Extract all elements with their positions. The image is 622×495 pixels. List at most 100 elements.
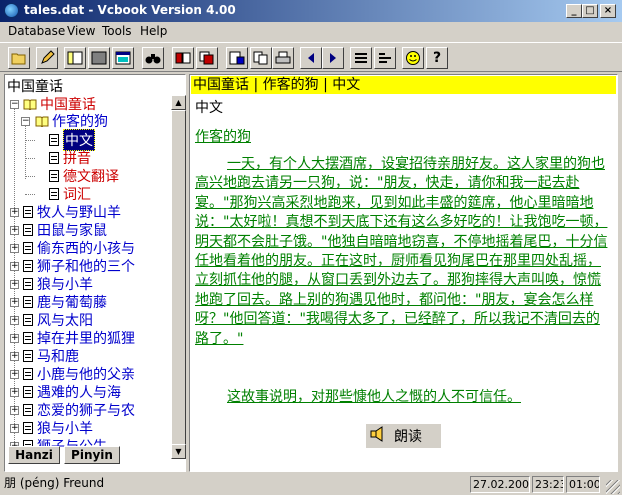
dictionary-2-icon[interactable]: [226, 47, 248, 69]
tree-node-story-item[interactable]: 恋爱的狮子与农: [23, 401, 135, 419]
document-icon: [23, 404, 33, 416]
panel-dark-icon[interactable]: [88, 47, 110, 69]
list-icon[interactable]: [350, 47, 372, 69]
copy-pages-icon[interactable]: [196, 47, 218, 69]
help-icon[interactable]: ?: [426, 47, 448, 69]
content-panel: 中国童话 | 作客的狗 | 中文 中文 作客的狗 一天，有个人大摆酒席，设宴招待…: [189, 74, 618, 472]
expand-toggle[interactable]: +: [10, 406, 19, 415]
print-icon[interactable]: [272, 47, 294, 69]
tree-scrollbar[interactable]: ▲ ▼: [171, 95, 186, 459]
tree-header: 中国童话: [7, 79, 63, 95]
document-icon: [23, 278, 33, 290]
next-arrow-icon[interactable]: [322, 47, 344, 69]
collapse-toggle-root[interactable]: −: [10, 100, 19, 109]
edit-pencil-icon[interactable]: [36, 47, 58, 69]
document-icon: [49, 170, 59, 182]
tree-node-vocab[interactable]: 词汇: [49, 185, 91, 203]
speaker-icon: [370, 425, 386, 447]
title-bar: tales.dat - Vcbook Version 4.00 _ □ ×: [0, 0, 622, 22]
story-tree[interactable]: − 中国童话 − 作客的狗 中文 拼音 德文翻译 词汇 + 牧人与野山羊 + 田…: [5, 95, 171, 459]
document-icon: [23, 332, 33, 344]
expand-toggle[interactable]: +: [10, 244, 19, 253]
expand-toggle[interactable]: +: [10, 226, 19, 235]
story-title[interactable]: 作客的狗: [195, 126, 251, 146]
dictionary-icon[interactable]: [172, 47, 194, 69]
language-label: 中文: [195, 100, 223, 116]
document-icon: [23, 242, 33, 254]
status-counter: 01:00: [566, 476, 600, 493]
tree-node-story-item[interactable]: 牧人与野山羊: [23, 203, 121, 221]
status-time: 23:23: [532, 476, 564, 493]
tree-node-german[interactable]: 德文翻译: [49, 167, 119, 185]
book-icon: [23, 98, 37, 111]
collapse-toggle-story[interactable]: −: [21, 117, 30, 126]
read-aloud-button[interactable]: 朗读: [366, 424, 441, 448]
tree-node-story[interactable]: 作客的狗: [35, 112, 108, 130]
tree-node-story-item[interactable]: 鹿与葡萄藤: [23, 293, 107, 311]
tree-node-story-item[interactable]: 田鼠与家鼠: [23, 221, 107, 239]
document-icon: [23, 296, 33, 308]
status-word: 朋 (péng) Freund: [4, 476, 105, 490]
expand-toggle[interactable]: +: [10, 388, 19, 397]
tree-node-story-item[interactable]: 狼与小羊: [23, 419, 93, 437]
menu-help[interactable]: Help: [140, 24, 167, 38]
open-folder-icon[interactable]: [8, 47, 30, 69]
tab-pinyin[interactable]: Pinyin: [64, 446, 120, 464]
tree-panel: 中国童话 − 中国童话 − 作客的狗 中文 拼音 德文翻译 词汇 + 牧人与野山…: [4, 74, 186, 472]
read-label: 朗读: [394, 429, 422, 445]
tree-node-story-item[interactable]: 偷东西的小孩与: [23, 239, 135, 257]
tree-node-story-item[interactable]: 狮子和他的三个: [23, 257, 135, 275]
panel-blue-icon[interactable]: [112, 47, 134, 69]
menu-view[interactable]: View: [67, 24, 95, 38]
tree-node-story-item[interactable]: 掉在井里的狐狸: [23, 329, 135, 347]
document-icon: [23, 224, 33, 236]
panel-icon[interactable]: [64, 47, 86, 69]
tab-hanzi[interactable]: Hanzi: [8, 446, 60, 464]
document-icon: [23, 260, 33, 272]
expand-toggle[interactable]: +: [10, 280, 19, 289]
document-icon: [23, 314, 33, 326]
expand-toggle[interactable]: +: [10, 298, 19, 307]
tree-node-story-item[interactable]: 狼与小羊: [23, 275, 93, 293]
story-moral[interactable]: 这故事说明，对那些慷他人之慨的人不可信任。: [195, 386, 611, 406]
expand-toggle[interactable]: +: [10, 424, 19, 433]
close-button[interactable]: ×: [600, 4, 616, 18]
prev-arrow-icon[interactable]: [300, 47, 322, 69]
tree-node-pinyin[interactable]: 拼音: [49, 149, 91, 167]
document-icon: [49, 152, 59, 164]
copy-icon[interactable]: [250, 47, 272, 69]
tree-node-story-item[interactable]: 风与太阳: [23, 311, 93, 329]
document-icon: [49, 134, 59, 146]
menu-tools[interactable]: Tools: [102, 24, 132, 38]
breadcrumb: 中国童话 | 作客的狗 | 中文: [191, 76, 616, 94]
list-2-icon[interactable]: [374, 47, 396, 69]
document-icon: [23, 206, 33, 218]
tree-node-chinese[interactable]: 中文: [49, 129, 95, 151]
expand-toggle[interactable]: +: [10, 316, 19, 325]
tree-node-story-item[interactable]: 小鹿与他的父亲: [23, 365, 135, 383]
find-binoculars-icon[interactable]: [142, 47, 164, 69]
expand-toggle[interactable]: +: [10, 262, 19, 271]
maximize-button[interactable]: □: [582, 4, 598, 18]
toolbar: ?: [0, 42, 622, 72]
scroll-thumb[interactable]: [171, 110, 186, 445]
smiley-icon[interactable]: [402, 47, 424, 69]
expand-toggle[interactable]: +: [10, 370, 19, 379]
resize-grip-icon[interactable]: [606, 480, 620, 494]
document-icon: [23, 422, 33, 434]
scroll-up-button[interactable]: ▲: [171, 95, 186, 110]
scroll-down-button[interactable]: ▼: [171, 444, 186, 459]
menu-database[interactable]: Database: [8, 24, 65, 38]
open-book-icon: [35, 115, 49, 128]
document-icon: [23, 368, 33, 380]
tree-node-story-item[interactable]: 遇难的人与海: [23, 383, 121, 401]
expand-toggle[interactable]: +: [10, 352, 19, 361]
status-bar: 朋 (péng) Freund 27.02.2004 23:23 01:00: [0, 474, 622, 495]
document-icon: [23, 386, 33, 398]
minimize-button[interactable]: _: [566, 4, 582, 18]
document-icon: [49, 188, 59, 200]
expand-toggle[interactable]: +: [10, 334, 19, 343]
tree-node-story-item[interactable]: 马和鹿: [23, 347, 79, 365]
story-text[interactable]: 一天，有个人大摆酒席，设宴招待亲朋好友。这人家里的狗也高兴地跑去请另一只狗，说：…: [195, 155, 611, 349]
expand-toggle[interactable]: +: [10, 208, 19, 217]
